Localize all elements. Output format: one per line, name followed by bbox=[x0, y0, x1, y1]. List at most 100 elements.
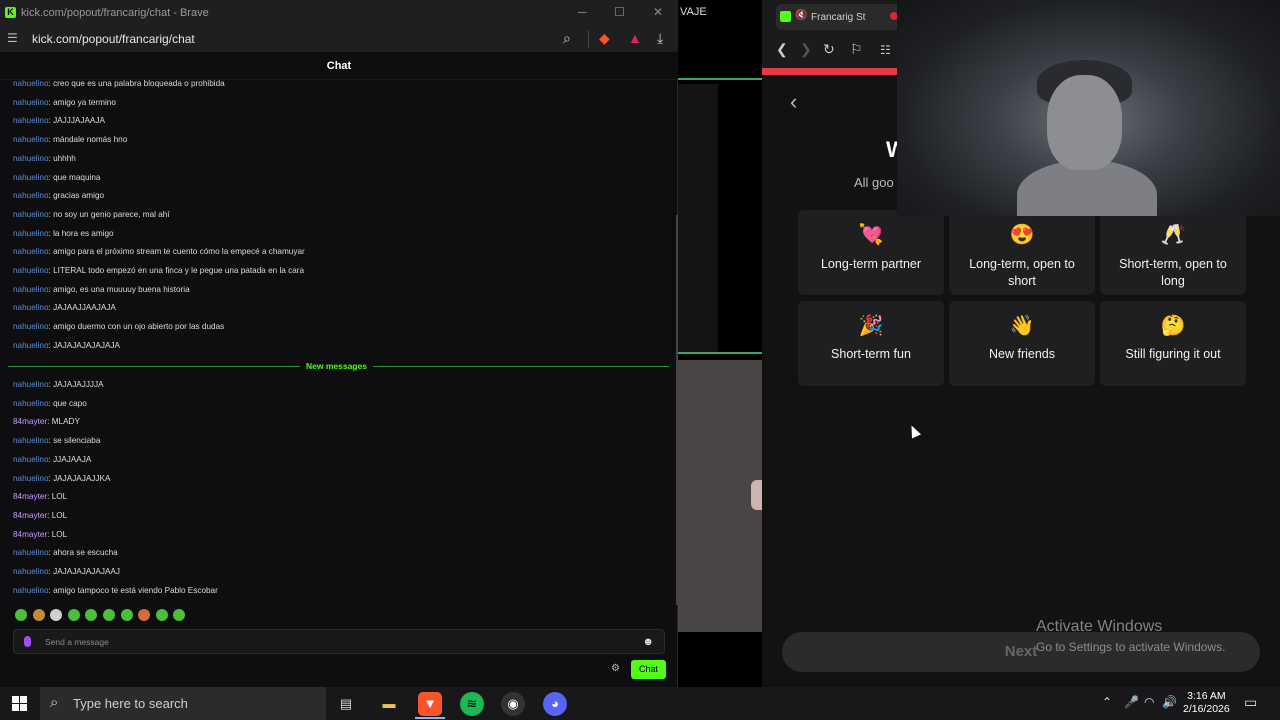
emoji-picker-icon[interactable]: ☻ bbox=[642, 636, 654, 648]
background-window: VAJE bbox=[678, 0, 763, 687]
chat-username[interactable]: nahuelino bbox=[13, 247, 49, 256]
chat-message: nahuelino: JAJAAJJAAJAJA bbox=[13, 303, 116, 312]
network-icon[interactable]: ◠ bbox=[1144, 695, 1154, 709]
background-title-partial: VAJE bbox=[680, 6, 707, 18]
chat-input[interactable]: Send a message ☻ bbox=[13, 629, 665, 654]
back-chevron-icon[interactable]: ‹ bbox=[790, 89, 797, 115]
chat-text: ahora se escucha bbox=[53, 548, 118, 558]
chat-text: JAJAJAJJJJA bbox=[53, 380, 104, 389]
option-card[interactable]: 💘 Long-term partner bbox=[798, 210, 944, 295]
brave-rewards-icon[interactable]: ▲ bbox=[628, 30, 642, 46]
chat-text: amigo duermo con un ojo abierto por las … bbox=[53, 322, 225, 332]
notifications-icon[interactable]: ▭ bbox=[1244, 694, 1257, 711]
chat-message: nahuelino: ahora se escucha bbox=[13, 548, 118, 557]
chat-text: se silenciaba bbox=[53, 436, 101, 446]
watermark-subtitle: Go to Settings to activate Windows. bbox=[1036, 640, 1226, 654]
mute-icon[interactable]: 🔇 bbox=[795, 10, 807, 21]
microphone-icon[interactable]: 🎤 bbox=[1124, 695, 1139, 709]
send-chat-button[interactable]: Chat bbox=[631, 660, 666, 679]
emote-icon[interactable] bbox=[67, 609, 80, 621]
emote-icon[interactable] bbox=[85, 609, 98, 621]
chat-username[interactable]: nahuelino bbox=[13, 567, 49, 576]
chat-username[interactable]: nahuelino bbox=[13, 303, 49, 312]
emote-icon[interactable] bbox=[103, 609, 115, 621]
download-icon[interactable]: ⤓ bbox=[657, 30, 663, 47]
chat-username[interactable]: nahuelino bbox=[13, 79, 49, 88]
option-card[interactable]: 😍 Long-term, open to short bbox=[949, 210, 1095, 295]
file-explorer-icon[interactable]: ▬ bbox=[377, 692, 401, 716]
option-card[interactable]: 🎉 Short-term fun bbox=[798, 301, 944, 386]
chat-username[interactable]: nahuelino bbox=[13, 322, 49, 331]
taskbar-search[interactable]: ⌕ Type here to search bbox=[40, 687, 326, 720]
url-text[interactable]: kick.com/popout/francarig/chat bbox=[32, 32, 195, 46]
task-view-icon[interactable]: ▤ bbox=[334, 692, 358, 716]
chat-username[interactable]: nahuelino bbox=[13, 210, 49, 219]
chat-username[interactable]: nahuelino bbox=[13, 135, 49, 144]
emote-icon[interactable] bbox=[155, 609, 168, 621]
zoom-icon[interactable]: ⌕ bbox=[563, 30, 571, 47]
mic-icon[interactable] bbox=[24, 636, 31, 647]
chat-username[interactable]: 84mayter bbox=[13, 417, 47, 426]
obs-icon[interactable]: ◉ bbox=[501, 692, 525, 716]
emote-icon[interactable] bbox=[173, 609, 186, 621]
chat-username[interactable]: 84mayter bbox=[13, 492, 47, 501]
chat-settings-icon[interactable]: ⚙ bbox=[611, 663, 620, 674]
tab-francarig[interactable]: 🔇 Francarig St bbox=[776, 4, 904, 30]
onboarding-progress-bar bbox=[762, 68, 897, 75]
chat-input-placeholder[interactable]: Send a message bbox=[45, 637, 109, 647]
chat-username[interactable]: nahuelino bbox=[13, 436, 49, 445]
chat-username[interactable]: nahuelino bbox=[13, 229, 49, 238]
chat-username[interactable]: nahuelino bbox=[13, 380, 49, 389]
option-label: Long-term partner bbox=[820, 257, 922, 271]
chat-text: LOL bbox=[51, 510, 68, 520]
spotify-icon[interactable]: ≋ bbox=[460, 692, 484, 716]
brave-shields-icon[interactable]: ◆ bbox=[599, 30, 610, 47]
chat-username[interactable]: nahuelino bbox=[13, 173, 49, 182]
option-card[interactable]: 🥂 Short-term, open to long bbox=[1100, 210, 1246, 295]
bookmark-icon[interactable]: ⚐ bbox=[850, 41, 863, 58]
emote-icon[interactable] bbox=[138, 609, 151, 621]
brave-icon[interactable]: ▼ bbox=[418, 692, 442, 716]
emote-icon[interactable] bbox=[32, 609, 45, 621]
chat-username[interactable]: nahuelino bbox=[13, 341, 49, 350]
chat-username[interactable]: nahuelino bbox=[13, 455, 49, 464]
taskbar-search-placeholder[interactable]: Type here to search bbox=[73, 696, 188, 711]
chat-message: nahuelino: se silenciaba bbox=[13, 436, 100, 445]
back-icon[interactable]: ❮ bbox=[776, 41, 788, 58]
address-bar[interactable]: ☰ kick.com/popout/francarig/chat ⌕ ◆ ▲ ⤓ bbox=[0, 26, 678, 52]
forward-icon[interactable]: ❯ bbox=[800, 41, 812, 58]
maximize-button[interactable]: ☐ bbox=[614, 5, 625, 19]
volume-icon[interactable]: 🔊 bbox=[1162, 695, 1177, 709]
start-button[interactable] bbox=[12, 696, 27, 711]
close-button[interactable]: ✕ bbox=[653, 5, 663, 19]
chat-username[interactable]: nahuelino bbox=[13, 154, 49, 163]
chat-username[interactable]: nahuelino bbox=[13, 191, 49, 200]
chat-username[interactable]: 84mayter bbox=[13, 511, 47, 520]
emote-icon[interactable] bbox=[120, 609, 133, 621]
option-emoji-icon: 👋 bbox=[1009, 315, 1035, 337]
chat-username[interactable]: nahuelino bbox=[13, 548, 49, 557]
chat-text: amigo, es una muuuuy buena historia bbox=[53, 284, 190, 294]
chat-username[interactable]: 84mayter bbox=[13, 530, 47, 539]
chat-username[interactable]: nahuelino bbox=[13, 474, 49, 483]
chat-username[interactable]: nahuelino bbox=[13, 116, 49, 125]
emote-icon[interactable] bbox=[15, 609, 27, 621]
chat-username[interactable]: nahuelino bbox=[13, 266, 49, 275]
chat-username[interactable]: nahuelino bbox=[13, 399, 49, 408]
chat-username[interactable]: nahuelino bbox=[13, 98, 49, 107]
taskbar-clock[interactable]: 3:16 AM 2/16/2026 bbox=[1183, 690, 1230, 716]
chat-username[interactable]: nahuelino bbox=[13, 285, 49, 294]
chat-message-list[interactable]: nahuelino: creo que es una palabra bloqu… bbox=[0, 77, 676, 607]
site-settings-icon[interactable]: ☰ bbox=[7, 31, 18, 45]
chat-username[interactable]: nahuelino bbox=[13, 586, 49, 595]
chat-message: nahuelino: que capo bbox=[13, 399, 87, 408]
discord-icon[interactable]: ◕ bbox=[543, 692, 567, 716]
chat-text: MLADY bbox=[51, 417, 80, 427]
site-settings-icon[interactable]: ☷ bbox=[880, 43, 891, 57]
reload-icon[interactable]: ↻ bbox=[823, 41, 835, 58]
option-card[interactable]: 👋 New friends bbox=[949, 301, 1095, 386]
emote-icon[interactable] bbox=[50, 609, 63, 621]
minimize-button[interactable]: ─ bbox=[578, 5, 587, 19]
show-hidden-icons[interactable]: ⌃ bbox=[1102, 695, 1112, 709]
option-card[interactable]: 🤔 Still figuring it out bbox=[1100, 301, 1246, 386]
